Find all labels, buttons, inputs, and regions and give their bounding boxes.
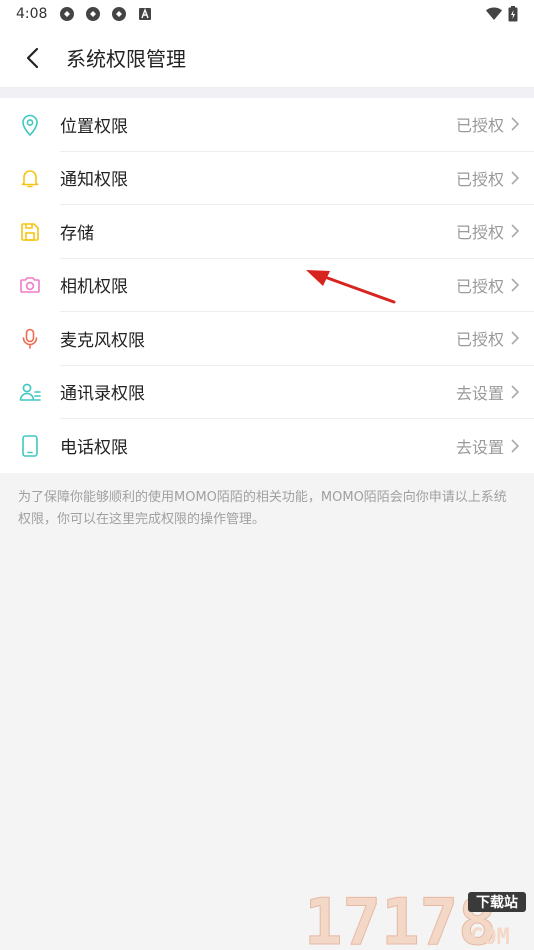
permission-status: 已授权 [455, 276, 504, 296]
location-icon [22, 114, 38, 136]
chevron-right-icon [511, 117, 520, 131]
permission-status: 去设置 [455, 383, 504, 403]
app-notification-icon [60, 7, 75, 21]
permission-label: 位置权限 [60, 116, 128, 137]
permission-row-location[interactable]: 位置权限 已授权 [0, 98, 534, 152]
chevron-right-icon [511, 278, 520, 292]
permission-label: 麦克风权限 [60, 330, 145, 351]
microphone-icon [22, 328, 38, 349]
permission-label: 通知权限 [60, 170, 128, 191]
contacts-icon [19, 383, 41, 402]
back-arrow-icon [26, 47, 39, 68]
header: 系统权限管理 [0, 28, 534, 88]
permission-row-contacts[interactable]: 通讯录权限 去设置 [0, 366, 534, 419]
chevron-right-icon [511, 171, 520, 185]
battery-icon [508, 6, 518, 22]
permission-row-microphone[interactable]: 麦克风权限 已授权 [0, 312, 534, 366]
permission-status: 已授权 [455, 169, 504, 189]
watermark-logo-icon: 17178 下载站 COM [304, 886, 526, 950]
permission-status: 已授权 [455, 116, 504, 136]
chevron-right-icon [511, 439, 520, 453]
red-arrow-annotation-icon [306, 270, 396, 304]
storage-icon [21, 222, 39, 241]
permission-label: 电话权限 [60, 438, 128, 459]
permission-label: 通讯录权限 [60, 384, 145, 405]
section-spacer [0, 88, 534, 98]
permission-row-phone[interactable]: 电话权限 去设置 [0, 419, 534, 473]
app-notification-icon [86, 7, 101, 21]
watermark-number: 17178 [304, 890, 497, 948]
watermark-tag: 下载站 [476, 894, 518, 911]
permission-note: 为了保障你能够顺利的使用MOMO陌陌的相关功能，MOMO陌陌会向你申请以上系统权… [18, 489, 507, 527]
status-bar: 4:08 [0, 0, 534, 28]
status-time: 4:08 [16, 6, 48, 22]
chevron-right-icon [511, 331, 520, 345]
chevron-right-icon [511, 224, 520, 238]
permission-status: 去设置 [455, 437, 504, 457]
accessibility-notification-icon [139, 8, 152, 20]
permission-status: 已授权 [455, 330, 504, 350]
permission-list: 位置权限 已授权 通知权限 已授权 存储 已授权 相机权限 已授权 麦克风权限 [0, 98, 534, 473]
watermark: 17178 下载站 COM [302, 886, 528, 950]
chevron-right-icon [511, 385, 520, 399]
bell-icon [21, 170, 39, 188]
permission-label: 存储 [60, 223, 94, 244]
app-notification-icon [112, 7, 127, 21]
watermark-domain: COM [470, 925, 510, 948]
phone-icon [22, 434, 38, 457]
permission-status: 已授权 [455, 223, 504, 243]
permission-row-storage[interactable]: 存储 已授权 [0, 205, 534, 259]
camera-icon [20, 277, 40, 294]
page-title: 系统权限管理 [66, 47, 186, 71]
back-button[interactable] [18, 44, 46, 72]
wifi-icon [486, 7, 502, 20]
permission-row-camera[interactable]: 相机权限 已授权 [0, 259, 534, 312]
permission-row-notification[interactable]: 通知权限 已授权 [0, 152, 534, 205]
